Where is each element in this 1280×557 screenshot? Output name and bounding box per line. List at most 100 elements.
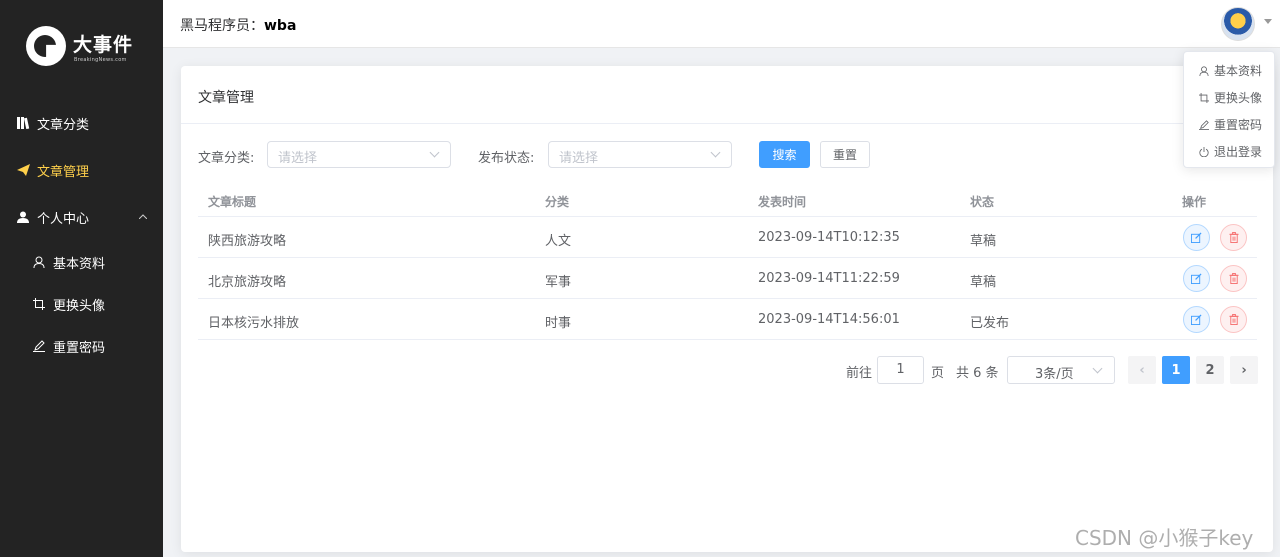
cell-status: 草稿	[970, 275, 997, 290]
delete-button[interactable]	[1220, 306, 1247, 333]
crop-icon	[1198, 92, 1210, 103]
page-button-2[interactable]: 2	[1196, 356, 1224, 384]
chevron-down-icon	[1092, 363, 1103, 374]
pagination-goto-label: 前往	[846, 366, 873, 381]
delete-button[interactable]	[1220, 224, 1247, 251]
sidebar-subitem-label: 重置密码	[53, 340, 106, 356]
cell-category: 人文	[545, 234, 572, 249]
logo: 大事件 BreakingNews.com	[26, 24, 136, 70]
reset-button[interactable]: 重置	[820, 141, 870, 168]
sidebar-item-label: 文章分类	[37, 117, 90, 133]
caret-down-icon[interactable]	[1264, 19, 1272, 24]
sidebar-item-label: 个人中心	[37, 211, 90, 227]
edit-button[interactable]	[1183, 265, 1210, 292]
status-filter-label: 发布状态:	[478, 151, 535, 166]
crop-icon	[32, 298, 46, 310]
table-divider	[198, 257, 1257, 258]
user-outline-icon	[32, 256, 46, 268]
table-divider	[198, 298, 1257, 299]
sidebar: 大事件 BreakingNews.com 文章分类 文章管理 个人中心 基本资料	[0, 0, 163, 557]
edit-pen-icon	[1198, 119, 1210, 130]
user-icon	[16, 210, 30, 224]
sidebar-subitem-label: 更换头像	[53, 298, 106, 314]
page-size-select[interactable]: 3条/页	[1007, 356, 1115, 384]
pagination-page-label: 页	[931, 366, 945, 381]
category-filter-label: 文章分类:	[198, 151, 255, 166]
dropdown-item-label: 重置密码	[1214, 118, 1263, 132]
next-page-button[interactable]: ›	[1230, 356, 1258, 384]
article-manage-card: 文章管理 文章分类: 请选择 发布状态: 请选择 搜索 重置 文章标题 分类 发…	[181, 66, 1273, 552]
cell-time: 2023-09-14T14:56:01	[758, 312, 900, 327]
dropdown-item-avatar[interactable]: 更换头像	[1184, 84, 1274, 111]
page-size-value: 3条/页	[1035, 367, 1074, 382]
page-button-1[interactable]: 1	[1162, 356, 1190, 384]
sidebar-subitem-password[interactable]: 重置密码	[0, 326, 163, 366]
cell-time: 2023-09-14T10:12:35	[758, 230, 900, 245]
edit-pen-icon	[32, 340, 46, 352]
chevron-down-icon	[710, 147, 721, 158]
cell-time: 2023-09-14T11:22:59	[758, 271, 900, 286]
column-header-category: 分类	[545, 195, 570, 209]
pagination-total: 共 6 条	[956, 366, 999, 381]
trash-icon	[1228, 232, 1239, 243]
logo-text: 大事件	[73, 34, 134, 56]
page-title: 文章管理	[198, 90, 254, 106]
edit-button[interactable]	[1183, 306, 1210, 333]
avatar[interactable]	[1221, 7, 1255, 41]
pagination-goto-input[interactable]: 1	[877, 356, 924, 384]
delete-button[interactable]	[1220, 265, 1247, 292]
cell-status: 已发布	[970, 316, 1010, 331]
sidebar-subitem-avatar[interactable]: 更换头像	[0, 284, 163, 324]
table-divider	[198, 339, 1257, 340]
trash-icon	[1228, 314, 1239, 325]
cell-title: 北京旅游攻略	[208, 275, 287, 290]
header-prefix: 黑马程序员：	[180, 18, 264, 34]
sidebar-subitem-label: 基本资料	[53, 256, 106, 272]
status-select-placeholder: 请选择	[559, 151, 599, 166]
category-select[interactable]: 请选择	[267, 141, 451, 168]
prev-page-button[interactable]: ‹	[1128, 356, 1156, 384]
edit-button[interactable]	[1183, 224, 1210, 251]
cell-category: 军事	[545, 275, 572, 290]
dropdown-item-logout[interactable]: 退出登录	[1184, 138, 1274, 165]
trash-icon	[1228, 273, 1239, 284]
logo-subtitle: BreakingNews.com	[74, 57, 127, 63]
logo-mark-icon	[26, 26, 66, 66]
search-button[interactable]: 搜索	[759, 141, 810, 168]
user-outline-icon	[1198, 65, 1210, 76]
power-icon	[1198, 146, 1210, 157]
table-divider	[198, 216, 1257, 217]
edit-icon	[1191, 232, 1202, 243]
book-icon	[16, 116, 30, 130]
category-select-placeholder: 请选择	[278, 151, 318, 166]
sidebar-item-label: 文章管理	[37, 164, 90, 180]
column-header-title: 文章标题	[208, 195, 257, 209]
dropdown-item-label: 退出登录	[1214, 145, 1263, 159]
sidebar-item-personal-center[interactable]: 个人中心	[0, 194, 163, 240]
header-username: wba	[264, 18, 297, 34]
card-header: 文章管理	[181, 66, 1273, 124]
chevron-down-icon	[429, 147, 440, 158]
dropdown-item-label: 更换头像	[1214, 91, 1263, 105]
column-header-status: 状态	[970, 195, 995, 209]
chevron-up-icon	[138, 212, 148, 222]
top-header: 黑马程序员：wba	[163, 0, 1280, 48]
user-dropdown-menu: 基本资料 更换头像 重置密码 退出登录	[1183, 51, 1275, 168]
status-select[interactable]: 请选择	[548, 141, 732, 168]
sidebar-item-article-manage[interactable]: 文章管理	[0, 147, 163, 193]
send-icon	[16, 163, 30, 177]
column-header-actions: 操作	[1182, 195, 1207, 209]
dropdown-item-password[interactable]: 重置密码	[1184, 111, 1274, 138]
watermark: CSDN @小猴子key	[1075, 526, 1254, 550]
dropdown-item-profile[interactable]: 基本资料	[1184, 57, 1274, 84]
cell-title: 陕西旅游攻略	[208, 234, 287, 249]
edit-icon	[1191, 273, 1202, 284]
edit-icon	[1191, 314, 1202, 325]
dropdown-item-label: 基本资料	[1214, 64, 1263, 78]
sidebar-item-article-category[interactable]: 文章分类	[0, 100, 163, 146]
sidebar-subitem-profile[interactable]: 基本资料	[0, 242, 163, 282]
cell-title: 日本核污水排放	[208, 316, 300, 331]
cell-category: 时事	[545, 316, 572, 331]
header-user-title: 黑马程序员：wba	[180, 15, 296, 35]
column-header-time: 发表时间	[758, 195, 807, 209]
